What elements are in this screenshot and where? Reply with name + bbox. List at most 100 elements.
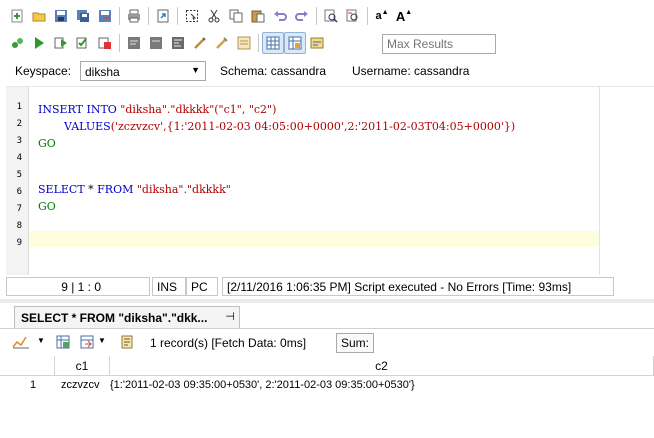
line-ending: PC <box>186 277 218 296</box>
line-number: 9 <box>16 238 22 248</box>
sum-button[interactable]: Sum: <box>336 333 375 353</box>
find-icon[interactable] <box>320 5 342 27</box>
go-keyword: GO <box>38 200 56 213</box>
cell-c2[interactable]: {1:'2011-02-03 09:35:00+0530', 2:'2011-0… <box>110 376 650 394</box>
pin-icon[interactable]: ⊣ <box>225 310 235 323</box>
execute-all-icon[interactable] <box>6 32 28 54</box>
replace-icon[interactable] <box>342 5 364 27</box>
new-file-icon[interactable] <box>6 5 28 27</box>
grid-export-icon[interactable] <box>56 335 72 352</box>
insert-mode: INS <box>152 277 186 296</box>
export-icon[interactable] <box>152 5 174 27</box>
code-line-7: SELECT * FROM "diksha"."dkkkk" <box>38 183 231 196</box>
main-toolbar: a ▲ A ▲ <box>6 4 415 28</box>
select-all-icon[interactable] <box>181 5 203 27</box>
save-icon[interactable] <box>50 5 72 27</box>
schema-label: Schema: cassandra <box>220 64 327 78</box>
print-icon[interactable] <box>123 5 145 27</box>
clear-all-icon[interactable] <box>233 32 255 54</box>
save-all-icon[interactable] <box>72 5 94 27</box>
keyspace-label: Keyspace: <box>15 64 72 78</box>
status-bar: 9 | 1 : 0 INS PC [2/11/2016 1:06:35 PM] … <box>6 277 648 296</box>
toolbar-separator <box>119 7 120 25</box>
table-name: "diksha"."dkkkk" <box>136 183 231 196</box>
keyspace-bar: Keyspace: diksha ▼ Schema: cassandra Use… <box>0 60 654 82</box>
stop-icon[interactable] <box>94 32 116 54</box>
toggle-comment-icon[interactable] <box>123 32 145 54</box>
font-decrease-icon[interactable]: A ▲ <box>393 5 415 27</box>
refresh-data-icon[interactable] <box>120 335 134 352</box>
execute-toolbar <box>6 31 328 55</box>
keyword: INTO <box>86 103 117 116</box>
results-form-icon[interactable] <box>306 32 328 54</box>
column-list: ("c1", "c2") <box>214 103 277 116</box>
username-label: Username: cassandra <box>352 64 470 78</box>
open-folder-icon[interactable] <box>28 5 50 27</box>
line-number: 6 <box>16 187 22 197</box>
line-number-gutter: 1 2 3 4 5 6 7 8 9 <box>6 87 29 275</box>
result-tab-label: SELECT * FROM "diksha"."dkk... <box>21 311 208 325</box>
keyword: VALUES <box>64 120 111 133</box>
chevron-down-icon[interactable]: ▼ <box>98 336 106 345</box>
code-line-2: INSERT INTO "diksha"."dkkkk"("c1", "c2") <box>38 103 276 116</box>
results-grid: c1 c2 1 zczvzcv {1:'2011-02-03 09:35:00+… <box>0 356 654 438</box>
go-keyword: GO <box>38 137 56 150</box>
keyword: FROM <box>97 183 134 196</box>
code-line-8: GO <box>38 200 56 213</box>
line-number: 3 <box>16 136 22 146</box>
toolbar-separator <box>119 34 120 52</box>
uncomment-icon[interactable] <box>145 32 167 54</box>
result-tab[interactable]: SELECT * FROM "diksha"."dkk... ⊣ <box>14 306 240 328</box>
code-line-3: VALUES('zczvzcv',{1:'2011-02-03 04:05:00… <box>64 120 515 133</box>
record-count: 1 record(s) [Fetch Data: 0ms] <box>150 336 307 350</box>
line-number: 8 <box>16 221 22 231</box>
paste-icon[interactable] <box>247 5 269 27</box>
indent-icon[interactable] <box>189 32 211 54</box>
row-header-corner <box>0 356 55 376</box>
current-line-highlight <box>29 231 599 247</box>
column-header-c2[interactable]: c2 <box>110 356 654 376</box>
font-increase-icon[interactable]: a ▲ <box>371 5 393 27</box>
result-toolbar: ▼ ▼ 1 record(s) [Fetch Data: 0ms] Sum: <box>0 328 654 357</box>
format-icon[interactable] <box>167 32 189 54</box>
line-number: 5 <box>16 170 22 180</box>
cell-c1[interactable]: zczvzcv <box>61 376 111 394</box>
clear-icon[interactable] <box>211 32 233 54</box>
toolbar-separator <box>316 7 317 25</box>
save-as-icon[interactable] <box>94 5 116 27</box>
cut-icon[interactable] <box>203 5 225 27</box>
cursor-position: 9 | 1 : 0 <box>6 277 150 296</box>
results-grid-icon[interactable] <box>262 32 284 54</box>
copy-icon[interactable] <box>225 5 247 27</box>
font-decrease-glyph: A <box>395 8 406 24</box>
status-message: [2/11/2016 1:06:35 PM] Script executed -… <box>222 277 614 296</box>
code-line-4: GO <box>38 137 56 150</box>
row-number: 1 <box>30 379 37 391</box>
values-list: ('zczvzcv',{1:'2011-02-03 04:05:00+0000'… <box>110 120 516 133</box>
sql-editor[interactable]: 1 2 3 4 5 6 7 8 9 INSERT INTO "diksha"."… <box>6 86 654 275</box>
chart-icon[interactable] <box>12 335 30 352</box>
execute-current-icon[interactable] <box>72 32 94 54</box>
splitter[interactable] <box>0 299 654 303</box>
results-text-icon[interactable] <box>284 32 306 54</box>
table-name: "diksha"."dkkkk" <box>120 103 215 116</box>
redo-icon[interactable] <box>291 5 313 27</box>
undo-icon[interactable] <box>269 5 291 27</box>
line-number: 4 <box>16 153 22 163</box>
toolbar-separator <box>367 7 368 25</box>
keyspace-select[interactable]: diksha ▼ <box>80 61 206 81</box>
line-number: 2 <box>16 119 22 129</box>
execute-step-icon[interactable] <box>50 32 72 54</box>
toolbar-separator <box>177 7 178 25</box>
keyspace-value: diksha <box>85 65 120 79</box>
chevron-down-icon: ▼ <box>191 65 200 75</box>
star: * <box>88 183 94 196</box>
execute-icon[interactable] <box>28 32 50 54</box>
keyword: INSERT <box>38 103 83 116</box>
keyword: SELECT <box>38 183 85 196</box>
export-data-icon[interactable] <box>80 335 96 352</box>
toolbar-separator <box>148 7 149 25</box>
column-header-c1[interactable]: c1 <box>55 356 110 376</box>
max-results-input[interactable] <box>382 34 496 54</box>
chevron-down-icon[interactable]: ▼ <box>37 336 45 345</box>
